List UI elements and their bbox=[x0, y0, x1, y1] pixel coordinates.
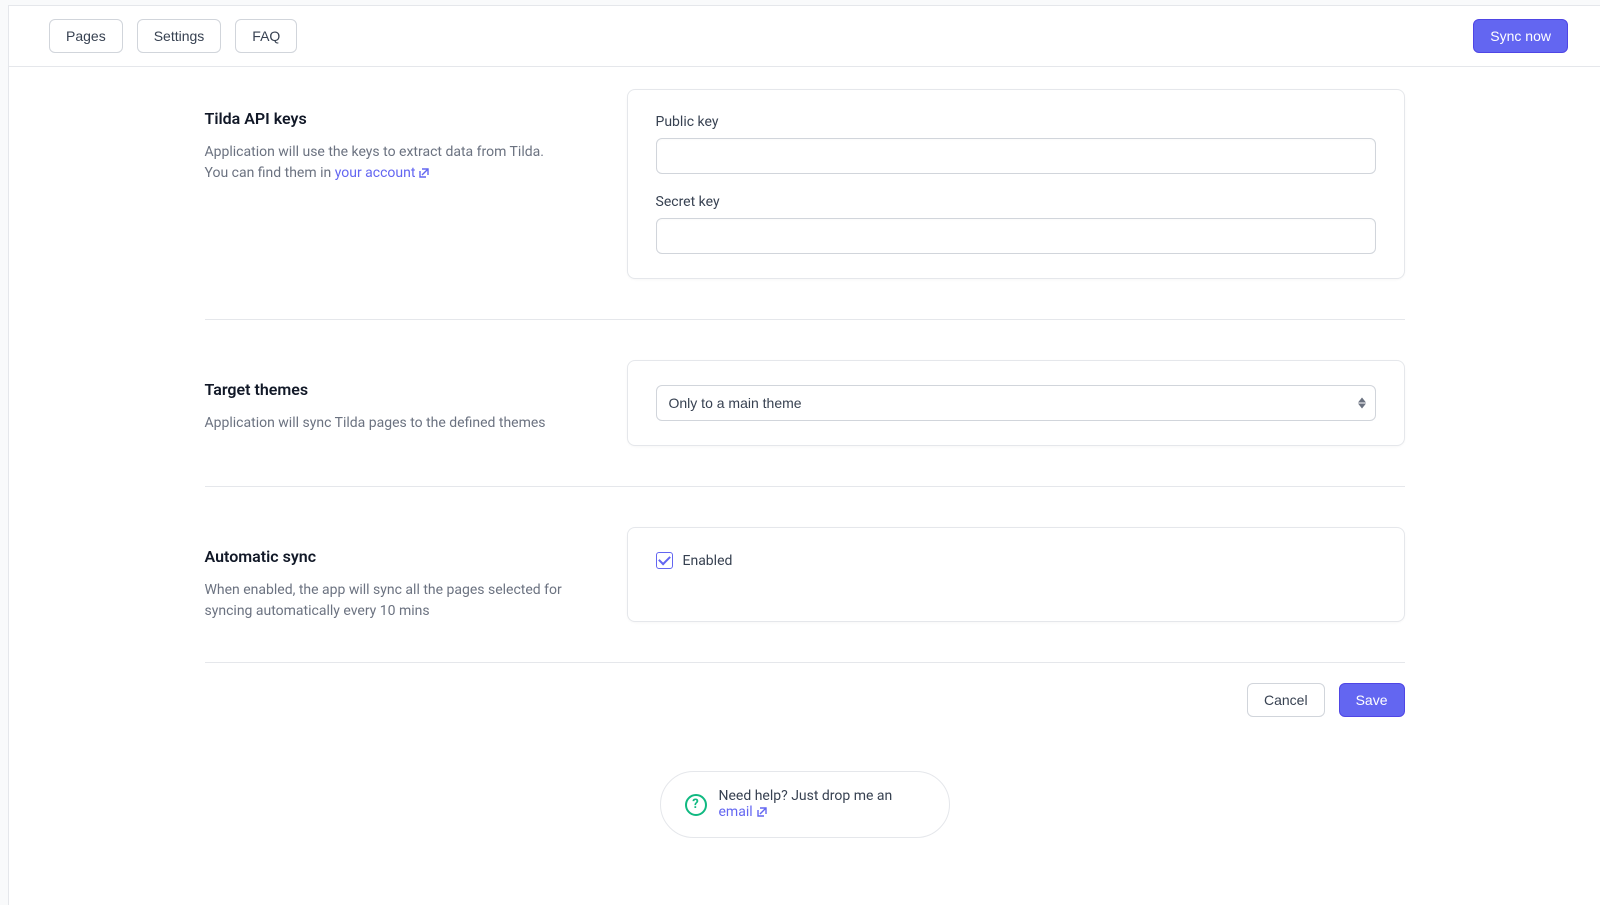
public-key-label: Public key bbox=[656, 114, 1376, 130]
automatic-sync-card: Enabled bbox=[627, 527, 1405, 622]
app-container: Pages Settings FAQ Sync now Tilda API ke… bbox=[8, 5, 1600, 905]
help-text-before: Need help? Just drop me an bbox=[719, 788, 893, 804]
section-api-keys: Tilda API keys Application will use the … bbox=[205, 67, 1405, 320]
tab-faq[interactable]: FAQ bbox=[235, 19, 297, 53]
public-key-input[interactable] bbox=[656, 138, 1376, 174]
theme-select-wrap: Only to a main theme bbox=[656, 385, 1376, 421]
secret-key-input[interactable] bbox=[656, 218, 1376, 254]
help-banner: ? Need help? Just drop me an email bbox=[660, 771, 950, 838]
section-description: Application will sync Tilda pages to the… bbox=[205, 413, 569, 434]
public-key-field: Public key bbox=[656, 114, 1376, 174]
topbar: Pages Settings FAQ Sync now bbox=[9, 6, 1600, 67]
enabled-label: Enabled bbox=[683, 553, 733, 569]
email-link[interactable]: email bbox=[719, 804, 767, 820]
target-themes-card: Only to a main theme bbox=[627, 360, 1405, 446]
section-description: Application will use the keys to extract… bbox=[205, 142, 569, 185]
help-text: Need help? Just drop me an email bbox=[719, 788, 925, 821]
section-description: When enabled, the app will sync all the … bbox=[205, 580, 569, 622]
help-icon: ? bbox=[685, 794, 707, 816]
section-automatic-sync: Automatic sync When enabled, the app wil… bbox=[205, 487, 1405, 663]
section-target-themes: Target themes Application will sync Tild… bbox=[205, 320, 1405, 487]
content-area: Tilda API keys Application will use the … bbox=[165, 67, 1445, 838]
tab-settings[interactable]: Settings bbox=[137, 19, 222, 53]
secret-key-label: Secret key bbox=[656, 194, 1376, 210]
sync-now-button[interactable]: Sync now bbox=[1473, 19, 1568, 53]
save-button[interactable]: Save bbox=[1339, 683, 1405, 717]
account-link[interactable]: your account bbox=[335, 165, 430, 181]
secret-key-field: Secret key bbox=[656, 194, 1376, 254]
theme-select[interactable]: Only to a main theme bbox=[656, 385, 1376, 421]
external-link-icon bbox=[419, 164, 429, 185]
api-keys-card: Public key Secret key bbox=[627, 89, 1405, 279]
enabled-row: Enabled bbox=[656, 552, 1376, 569]
email-link-text: email bbox=[719, 804, 753, 820]
enabled-checkbox[interactable] bbox=[656, 552, 673, 569]
section-title: Automatic sync bbox=[205, 547, 569, 566]
tab-pages[interactable]: Pages bbox=[49, 19, 123, 53]
tab-group: Pages Settings FAQ bbox=[49, 19, 297, 53]
section-title: Target themes bbox=[205, 380, 569, 399]
section-header: Tilda API keys Application will use the … bbox=[205, 89, 569, 279]
section-header: Automatic sync When enabled, the app wil… bbox=[205, 527, 569, 622]
section-title: Tilda API keys bbox=[205, 109, 569, 128]
cancel-button[interactable]: Cancel bbox=[1247, 683, 1325, 717]
account-link-text: your account bbox=[335, 165, 416, 181]
section-header: Target themes Application will sync Tild… bbox=[205, 360, 569, 446]
external-link-icon bbox=[757, 805, 767, 821]
form-actions: Cancel Save bbox=[205, 663, 1405, 753]
